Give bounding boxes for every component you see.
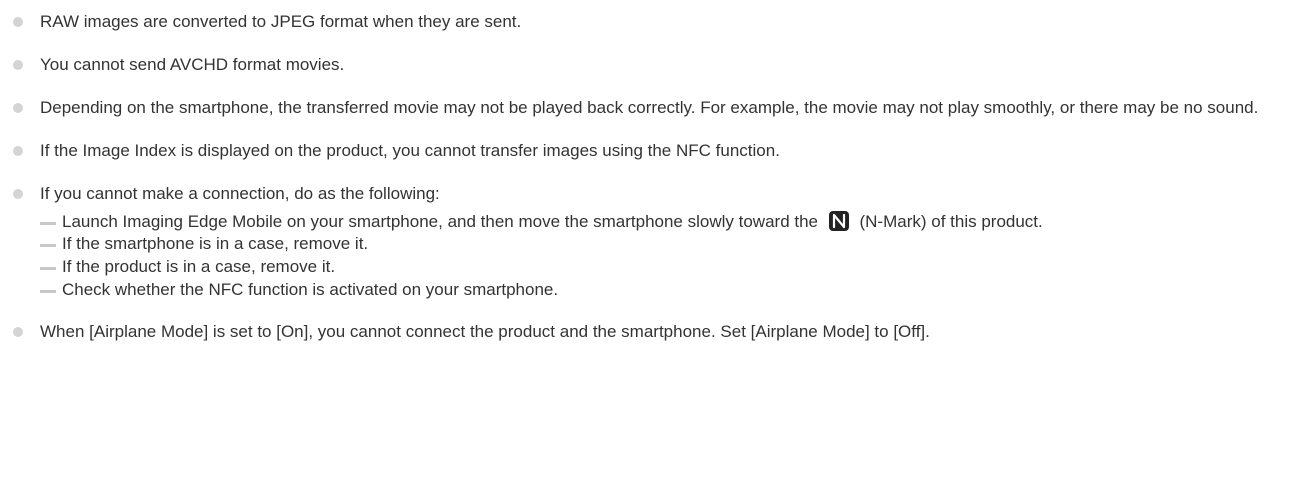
dash-icon [40,221,56,225]
note-text: When [Airplane Mode] is set to [On], you… [40,322,930,342]
sub-item: If the product is in a case, remove it. [40,256,1292,279]
note-item: You cannot send AVCHD format movies. [10,53,1292,78]
bullet-dot-icon [13,327,23,338]
sub-item-text: Check whether the NFC function is activa… [62,279,559,299]
dash-icon [40,267,56,271]
note-item: When [Airplane Mode] is set to [On], you… [10,320,1292,345]
sub-item: Launch Imaging Edge Mobile on your smart… [40,210,1292,234]
notes-list: RAW images are converted to JPEG format … [10,10,1292,363]
note-text: If the Image Index is displayed on the p… [40,141,780,160]
sub-item: If the smartphone is in a case, remove i… [40,233,1292,256]
note-item: Depending on the smartphone, the transfe… [10,96,1292,121]
bullet-dot-icon [13,103,23,113]
connection-steps-list: Launch Imaging Edge Mobile on your smart… [40,210,1292,302]
dash-icon [40,289,56,293]
bullet-dot-icon [13,17,23,27]
note-text: RAW images are converted to JPEG format … [40,12,522,31]
note-item: RAW images are converted to JPEG format … [10,10,1292,35]
bullet-dot-icon [13,146,23,156]
dash-icon [40,244,56,248]
sub-item-text: If the smartphone is in a case, remove i… [62,234,369,254]
bullet-dot-icon [13,60,23,70]
n-mark-icon [828,210,849,231]
note-text: Depending on the smartphone, the transfe… [40,98,1259,117]
note-item: If the Image Index is displayed on the p… [10,139,1292,164]
sub-item-text: (N-Mark) of this product. [859,211,1043,231]
sub-item: Check whether the NFC function is activa… [40,279,1292,302]
note-item: If you cannot make a connection, do as t… [10,182,1292,302]
bullet-dot-icon [13,189,23,199]
sub-item-text: Launch Imaging Edge Mobile on your smart… [62,211,819,231]
sub-item-text: If the product is in a case, remove it. [62,257,336,277]
note-text: If you cannot make a connection, do as t… [40,184,440,203]
note-text: You cannot send AVCHD format movies. [40,55,345,74]
